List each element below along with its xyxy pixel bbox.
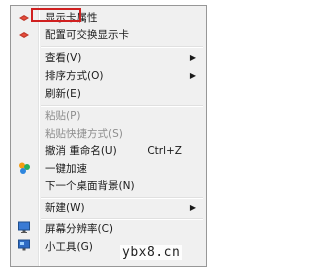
- menu-item-label: 粘贴快捷方式(S): [45, 128, 123, 140]
- menu-item-sort-by[interactable]: 排序方式(O) ▶: [39, 68, 204, 84]
- menu-item-label: 配置可交换显示卡: [45, 29, 129, 41]
- menu-separator: [41, 105, 203, 107]
- menu-separator: [41, 218, 203, 220]
- menu-item-label: 刷新(E): [45, 88, 81, 100]
- submenu-arrow-icon: ▶: [189, 71, 196, 80]
- monitor-icon: [18, 221, 30, 233]
- menu-item-label: 新建(W): [45, 202, 85, 214]
- menu-item-one-click-speedup[interactable]: 一键加速: [39, 161, 204, 177]
- menu-item-label: 小工具(G): [45, 241, 93, 253]
- menu-item-label: 排序方式(O): [45, 70, 104, 82]
- menu-item-refresh[interactable]: 刷新(E): [39, 86, 204, 102]
- menu-item-label: 下一个桌面背景(N): [45, 180, 135, 192]
- menu-item-label: 屏幕分辨率(C): [45, 223, 114, 235]
- menu-item-label: 显示卡属性: [45, 12, 98, 24]
- graphics-card-icon: [19, 32, 29, 38]
- speedup-icon: [19, 162, 30, 174]
- menu-item-paste-shortcut: 粘贴快捷方式(S): [39, 126, 204, 142]
- watermark-text: ybx8.cn: [120, 245, 183, 260]
- menu-item-shortcut: Ctrl+Z: [147, 145, 182, 157]
- menu-item-graphics-properties[interactable]: 显示卡属性: [39, 10, 204, 26]
- menu-item-view[interactable]: 查看(V) ▶: [39, 50, 204, 66]
- menu-item-undo-rename[interactable]: 撤消 重命名(U) Ctrl+Z: [39, 143, 204, 159]
- graphics-card-icon: [19, 15, 29, 21]
- menu-item-label: 查看(V): [45, 52, 82, 64]
- menu-item-label: 粘贴(P): [45, 110, 81, 122]
- menu-separator: [41, 197, 203, 199]
- menu-item-new[interactable]: 新建(W) ▶: [39, 200, 204, 216]
- desktop-context-menu: 显示卡属性 配置可交换显示卡 查看(V) ▶ 排序方式(O) ▶ 刷新(E) 粘…: [10, 5, 207, 267]
- submenu-arrow-icon: ▶: [189, 53, 196, 62]
- gadgets-icon: [18, 239, 30, 251]
- menu-item-label: 一键加速: [45, 163, 87, 175]
- menu-separator: [41, 46, 203, 48]
- menu-item-paste: 粘贴(P): [39, 108, 204, 124]
- menu-item-label: 撤消 重命名(U): [45, 145, 117, 157]
- menu-item-screen-resolution[interactable]: 屏幕分辨率(C): [39, 221, 204, 237]
- menu-item-next-desktop-background[interactable]: 下一个桌面背景(N): [39, 178, 204, 194]
- menu-item-configure-switchable-graphics[interactable]: 配置可交换显示卡: [39, 27, 204, 43]
- submenu-arrow-icon: ▶: [189, 203, 196, 212]
